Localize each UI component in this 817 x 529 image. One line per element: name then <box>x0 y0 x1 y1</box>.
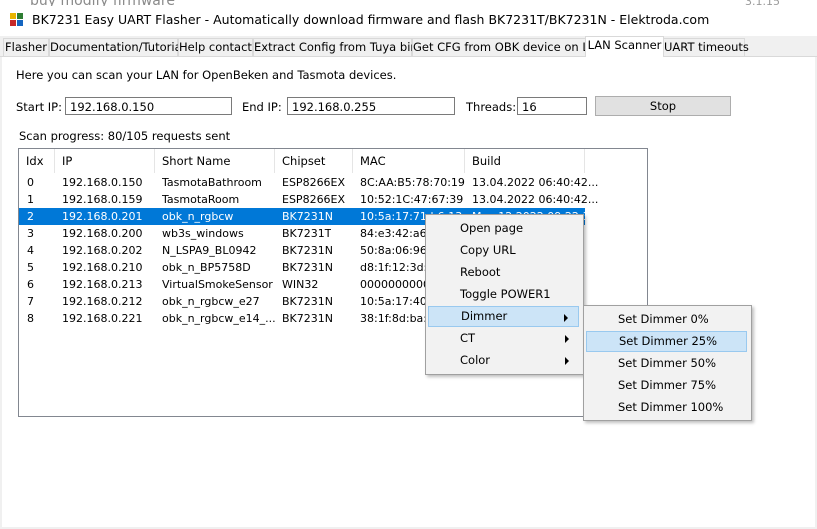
tab-flasher[interactable]: Flasher <box>3 38 49 56</box>
menu-item-toggle-power1[interactable]: Toggle POWER1 <box>428 284 579 305</box>
menu-item-copy-url[interactable]: Copy URL <box>428 240 579 261</box>
cell-idx: 4 <box>27 244 34 257</box>
cell-chipset: BK7231T <box>282 227 332 240</box>
cell-chipset: ESP8266EX <box>282 176 346 189</box>
tab-uart-timeouts[interactable]: UART timeouts <box>663 38 749 56</box>
tab-lan-scanner[interactable]: LAN Scanner <box>585 36 664 57</box>
column-header-short-name[interactable]: Short Name <box>155 149 275 173</box>
menu-item-ct-label: CT <box>460 331 476 345</box>
cell-short-name: VirtualSmokeSensor <box>162 278 273 291</box>
cell-short-name: obk_n_rgbcw_e27 <box>162 295 260 308</box>
cell-ip: 192.168.0.210 <box>62 261 143 274</box>
table-row[interactable]: 0 192.168.0.150 TasmotaBathroom ESP8266E… <box>19 174 598 191</box>
cell-mac: 8C:AA:B5:78:70:19 <box>360 176 465 189</box>
stop-button[interactable]: Stop <box>595 96 731 116</box>
menu-item-set-dimmer-0[interactable]: Set Dimmer 0% <box>586 309 747 330</box>
cell-idx: 0 <box>27 176 34 189</box>
menu-item-set-dimmer-25[interactable]: Set Dimmer 25% <box>586 331 747 352</box>
cell-build: 13.04.2022 06:40:42... <box>472 176 599 189</box>
submenu-arrow-icon <box>564 314 568 322</box>
menu-item-open-page[interactable]: Open page <box>428 218 579 239</box>
end-ip-input[interactable]: 192.168.0.255 <box>287 97 455 115</box>
start-ip-input[interactable]: 192.168.0.150 <box>65 97 232 115</box>
column-header-mac[interactable]: MAC <box>353 149 465 173</box>
menu-item-color[interactable]: Color <box>428 350 579 371</box>
app-chip-icon <box>10 13 24 27</box>
cell-chipset: ESP8266EX <box>282 193 346 206</box>
cell-ip: 192.168.0.200 <box>62 227 143 240</box>
cell-idx: 5 <box>27 261 34 274</box>
menu-item-reboot[interactable]: Reboot <box>428 262 579 283</box>
threads-input[interactable]: 16 <box>517 97 587 115</box>
context-menu: Open page Copy URL Reboot Toggle POWER1 … <box>425 214 584 375</box>
column-header-ip[interactable]: IP <box>55 149 155 173</box>
app-window: BK7231 Easy UART Flasher - Automatically… <box>0 6 817 529</box>
window-title: BK7231 Easy UART Flasher - Automatically… <box>32 12 710 27</box>
cell-short-name: obk_n_BP5758D <box>162 261 251 274</box>
submenu-arrow-icon <box>565 357 569 365</box>
cell-short-name: TasmotaBathroom <box>162 176 262 189</box>
menu-item-set-dimmer-75[interactable]: Set Dimmer 75% <box>586 375 747 396</box>
tab-get-cfg-obk[interactable]: Get CFG from OBK device on LAN <box>412 38 605 56</box>
cell-idx: 6 <box>27 278 34 291</box>
cell-chipset: BK7231N <box>282 261 333 274</box>
cell-idx: 7 <box>27 295 34 308</box>
column-header-idx[interactable]: Idx <box>19 149 55 173</box>
lan-scanner-page: Here you can scan your LAN for OpenBeken… <box>2 57 815 527</box>
dimmer-submenu: Set Dimmer 0% Set Dimmer 25% Set Dimmer … <box>583 305 752 421</box>
cell-chipset: BK7231N <box>282 312 333 325</box>
cell-idx: 8 <box>27 312 34 325</box>
cell-short-name: TasmotaRoom <box>162 193 240 206</box>
table-row[interactable]: 1 192.168.0.159 TasmotaRoom ESP8266EX 10… <box>19 191 598 208</box>
cell-short-name: N_LSPA9_BL0942 <box>162 244 257 257</box>
cell-ip: 192.168.0.221 <box>62 312 143 325</box>
menu-item-dimmer[interactable]: Dimmer <box>428 306 579 327</box>
cell-ip: 192.168.0.202 <box>62 244 143 257</box>
menu-item-set-dimmer-100[interactable]: Set Dimmer 100% <box>586 397 747 418</box>
cell-ip: 192.168.0.212 <box>62 295 143 308</box>
menu-item-color-label: Color <box>460 353 491 367</box>
menu-item-ct[interactable]: CT <box>428 328 579 349</box>
menu-item-set-dimmer-50[interactable]: Set Dimmer 50% <box>586 353 747 374</box>
cell-idx: 3 <box>27 227 34 240</box>
tab-strip: Flasher Documentation/Tutorials Help con… <box>0 36 817 57</box>
cell-ip: 192.168.0.201 <box>62 210 143 223</box>
cell-ip: 192.168.0.159 <box>62 193 143 206</box>
cell-chipset: BK7231N <box>282 295 333 308</box>
submenu-arrow-icon <box>565 335 569 343</box>
tab-help-contact[interactable]: Help contact <box>178 38 253 56</box>
cell-chipset: BK7231N <box>282 210 333 223</box>
cell-short-name: obk_n_rgbcw <box>162 210 234 223</box>
column-header-build[interactable]: Build <box>465 149 585 173</box>
cell-chipset: BK7231N <box>282 244 333 257</box>
title-bar: BK7231 Easy UART Flasher - Automatically… <box>0 6 817 36</box>
cell-ip: 192.168.0.150 <box>62 176 143 189</box>
tab-documentation[interactable]: Documentation/Tutorials <box>49 38 191 56</box>
cell-short-name: wb3s_windows <box>162 227 244 240</box>
cell-idx: 2 <box>27 210 34 223</box>
cell-chipset: WIN32 <box>282 278 319 291</box>
cell-build: 13.04.2022 06:40:42... <box>472 193 599 206</box>
column-header-chipset[interactable]: Chipset <box>275 149 353 173</box>
menu-item-dimmer-label: Dimmer <box>461 309 508 323</box>
end-ip-label: End IP: <box>242 100 282 114</box>
cell-mac: 10:52:1C:47:67:39 <box>360 193 464 206</box>
scanner-intro: Here you can scan your LAN for OpenBeken… <box>16 68 397 82</box>
cell-idx: 1 <box>27 193 34 206</box>
start-ip-label: Start IP: <box>16 100 62 114</box>
threads-label: Threads: <box>466 100 517 114</box>
cell-ip: 192.168.0.213 <box>62 278 143 291</box>
cell-short-name: obk_n_rgbcw_e14_... <box>162 312 276 325</box>
scan-progress: Scan progress: 80/105 requests sent <box>19 129 231 143</box>
tab-extract-config[interactable]: Extract Config from Tuya binary <box>253 38 436 56</box>
